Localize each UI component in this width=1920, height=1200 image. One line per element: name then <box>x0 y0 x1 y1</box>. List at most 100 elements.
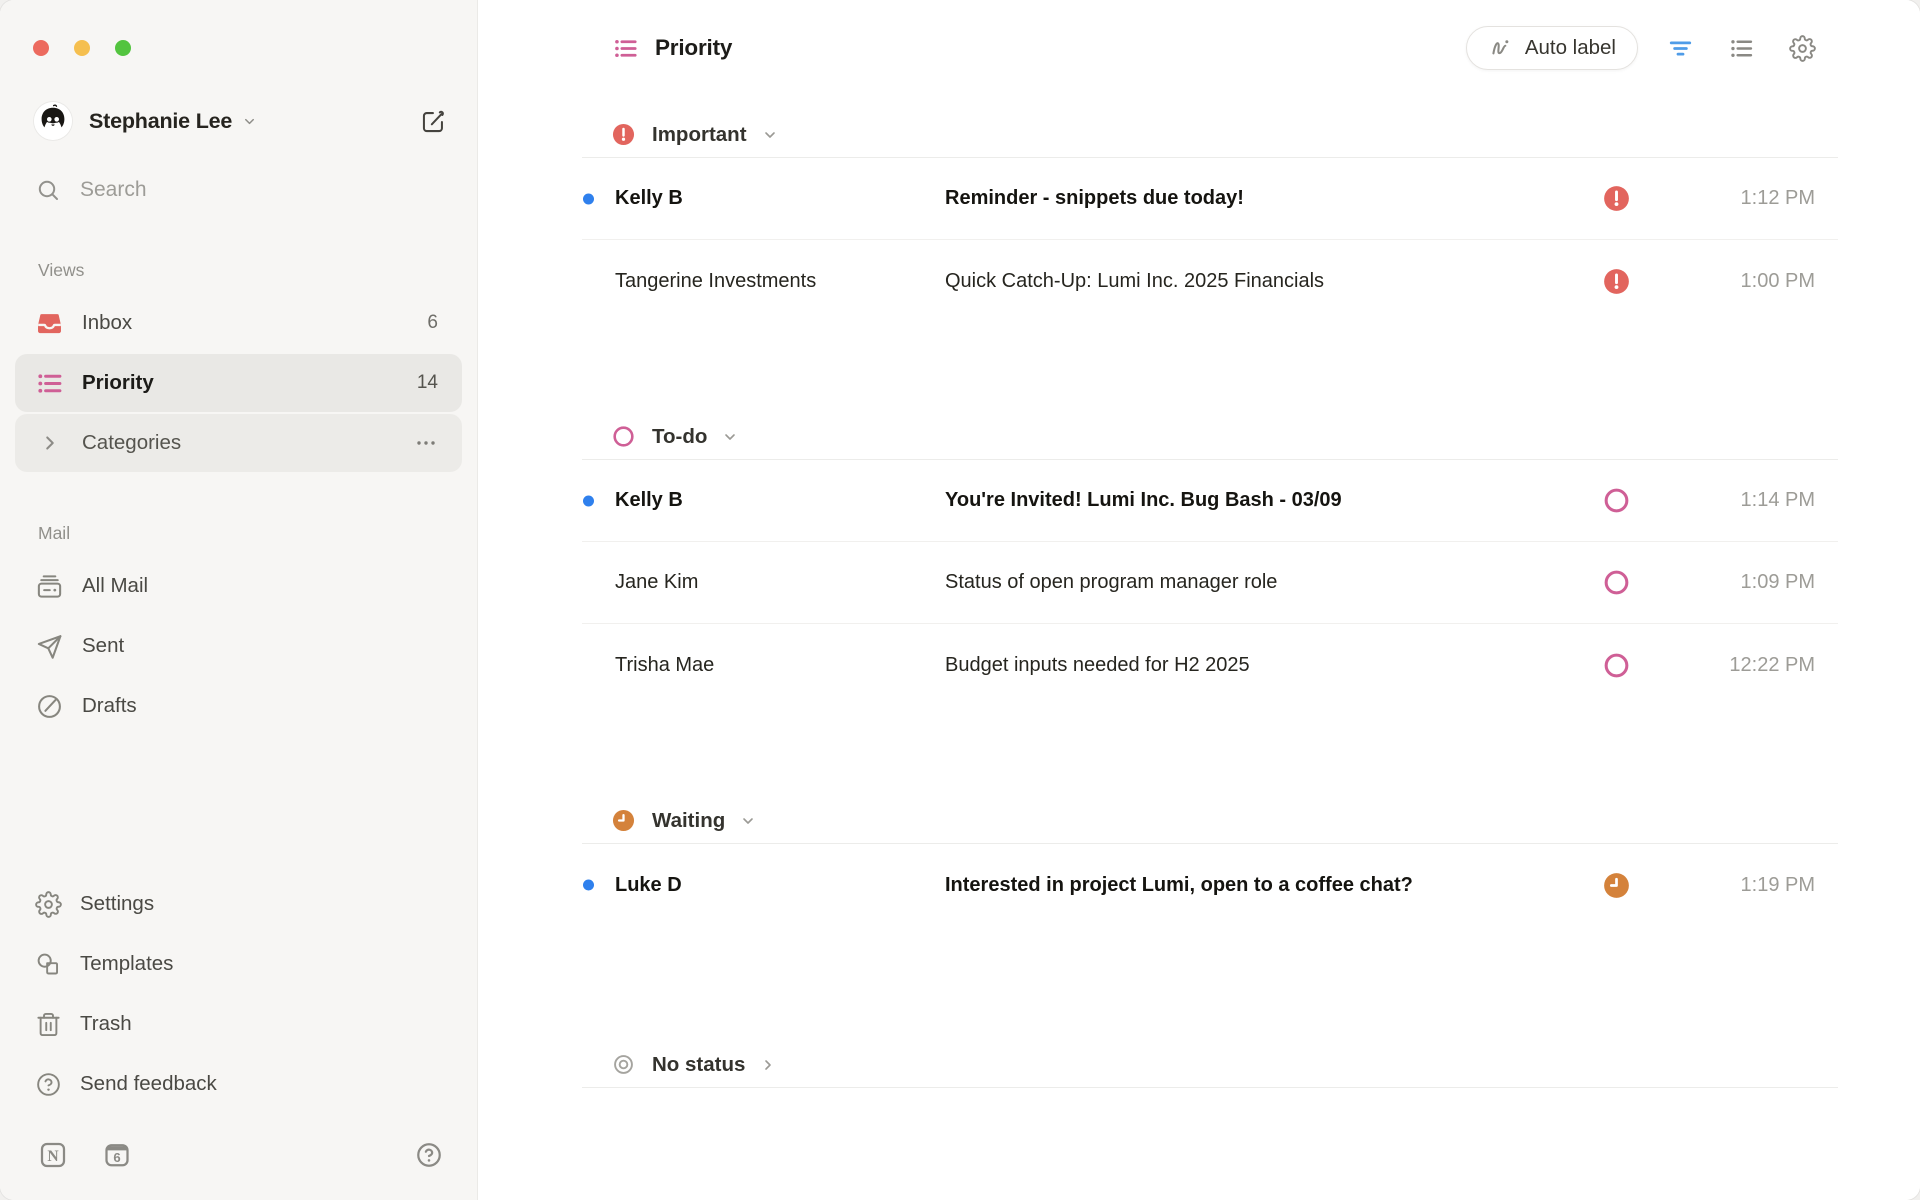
calendar-app-icon[interactable]: 6 <box>102 1140 132 1170</box>
group-chevron[interactable] <box>760 1057 776 1073</box>
important-icon <box>1603 185 1630 212</box>
email-row[interactable]: Tangerine InvestmentsQuick Catch-Up: Lum… <box>582 240 1838 322</box>
user-name: Stephanie Lee <box>89 109 232 134</box>
sidebar-item-drafts[interactable]: Drafts <box>15 677 462 735</box>
email-subject: Reminder - snippets due today! <box>945 187 1583 210</box>
sidebar-item-label: All Mail <box>82 574 148 598</box>
send-icon <box>35 632 64 661</box>
views-section-label: Views <box>38 260 477 281</box>
todo-status-badge[interactable] <box>1603 652 1630 679</box>
group-header-waiting[interactable]: Waiting <box>582 798 1838 844</box>
group-chevron[interactable] <box>740 813 756 829</box>
sidebar-item-label: Drafts <box>82 694 137 718</box>
zoom-button[interactable] <box>115 40 131 56</box>
email-group-no-status: No status <box>582 1042 1838 1088</box>
email-row[interactable]: Jane KimStatus of open program manager r… <box>582 542 1838 624</box>
main-panel: Priority Auto label <box>478 0 1920 1200</box>
email-sender: Trisha Mae <box>615 654 945 677</box>
account-switcher[interactable]: Stephanie Lee <box>34 102 447 140</box>
close-button[interactable] <box>33 40 49 56</box>
chevron-down-icon <box>242 114 257 129</box>
email-group-waiting: WaitingLuke DInterested in project Lumi,… <box>582 798 1838 926</box>
app-window: Stephanie Lee Search Views <box>0 0 1920 1200</box>
draft-icon <box>35 692 64 721</box>
main-header: Priority Auto label <box>582 24 1838 72</box>
help-icon <box>35 1071 62 1098</box>
waiting-icon <box>1603 872 1630 899</box>
group-label: To-do <box>652 425 707 449</box>
minimize-button[interactable] <box>74 40 90 56</box>
auto-label-text: Auto label <box>1525 36 1616 60</box>
gear-icon <box>35 891 62 918</box>
sidebar-item-label: Trash <box>80 1012 132 1036</box>
email-subject: Budget inputs needed for H2 2025 <box>945 654 1583 677</box>
no-status-badge <box>612 1053 635 1076</box>
sidebar-item-settings[interactable]: Settings <box>15 875 462 933</box>
important-status-badge[interactable] <box>1603 185 1630 212</box>
chevron-down-icon <box>740 813 756 829</box>
all-mail-icon <box>35 572 64 601</box>
notion-app-icon[interactable]: N <box>38 1140 68 1170</box>
email-row[interactable]: Kelly BReminder - snippets due today!1:1… <box>582 158 1838 240</box>
todo-badge <box>612 425 635 448</box>
group-header-important[interactable]: Important <box>582 112 1838 158</box>
todo-icon <box>1603 569 1630 596</box>
email-time: 1:09 PM <box>1630 571 1815 594</box>
sidebar: Stephanie Lee Search Views <box>0 0 478 1200</box>
search-button[interactable]: Search <box>36 178 447 202</box>
email-sender: Jane Kim <box>615 571 945 594</box>
mail-section-label: Mail <box>38 523 477 544</box>
more-options-icon[interactable] <box>414 431 438 455</box>
email-time: 1:14 PM <box>1630 489 1815 512</box>
search-label: Search <box>80 178 147 202</box>
sidebar-item-trash[interactable]: Trash <box>15 995 462 1053</box>
group-header-no-status[interactable]: No status <box>582 1042 1838 1088</box>
templates-icon <box>35 951 62 978</box>
sidebar-item-sent[interactable]: Sent <box>15 617 462 675</box>
unread-dot <box>583 880 594 891</box>
waiting-icon <box>612 809 635 832</box>
todo-status-badge[interactable] <box>1603 487 1630 514</box>
sidebar-item-categories[interactable]: Categories <box>15 414 462 472</box>
todo-icon <box>1603 487 1630 514</box>
waiting-status-badge[interactable] <box>1603 872 1630 899</box>
email-time: 1:00 PM <box>1630 270 1815 293</box>
filter-button[interactable] <box>1667 35 1694 62</box>
inbox-icon <box>35 309 64 338</box>
chevron-right-icon <box>39 432 61 454</box>
filter-icon <box>1667 35 1694 62</box>
email-list: Important Kelly BReminder - snippets due … <box>582 112 1838 1088</box>
sidebar-item-send-feedback[interactable]: Send feedback <box>15 1055 462 1113</box>
priority-count: 14 <box>417 372 438 394</box>
compose-button[interactable] <box>420 108 447 135</box>
group-chevron[interactable] <box>722 429 738 445</box>
list-view-icon <box>1728 35 1755 62</box>
chevron-down-icon <box>762 127 778 143</box>
email-sender: Kelly B <box>615 187 945 210</box>
email-sender: Tangerine Investments <box>615 270 945 293</box>
todo-icon <box>1603 652 1630 679</box>
sidebar-item-inbox[interactable]: Inbox 6 <box>15 294 462 352</box>
group-chevron[interactable] <box>762 127 778 143</box>
email-row[interactable]: Luke DInterested in project Lumi, open t… <box>582 844 1838 926</box>
group-label: Important <box>652 123 747 147</box>
email-row[interactable]: Kelly BYou're Invited! Lumi Inc. Bug Bas… <box>582 460 1838 542</box>
todo-status-badge[interactable] <box>1603 569 1630 596</box>
group-header-todo[interactable]: To-do <box>582 414 1838 460</box>
chevron-down-icon <box>722 429 738 445</box>
help-circle-icon[interactable] <box>415 1141 443 1169</box>
trash-icon <box>35 1011 62 1038</box>
email-time: 1:19 PM <box>1630 874 1815 897</box>
auto-label-button[interactable]: Auto label <box>1466 26 1638 70</box>
email-row[interactable]: Trisha MaeBudget inputs needed for H2 20… <box>582 624 1838 706</box>
list-view-button[interactable] <box>1728 35 1755 62</box>
sidebar-item-priority[interactable]: Priority 14 <box>15 354 462 412</box>
sidebar-item-label: Sent <box>82 634 124 658</box>
sidebar-item-all-mail[interactable]: All Mail <box>15 557 462 615</box>
no-status-icon <box>612 1053 635 1076</box>
view-settings-button[interactable] <box>1789 35 1816 62</box>
important-status-badge[interactable] <box>1603 268 1630 295</box>
sidebar-item-templates[interactable]: Templates <box>15 935 462 993</box>
sidebar-item-label: Settings <box>80 892 154 916</box>
search-icon <box>36 178 60 202</box>
